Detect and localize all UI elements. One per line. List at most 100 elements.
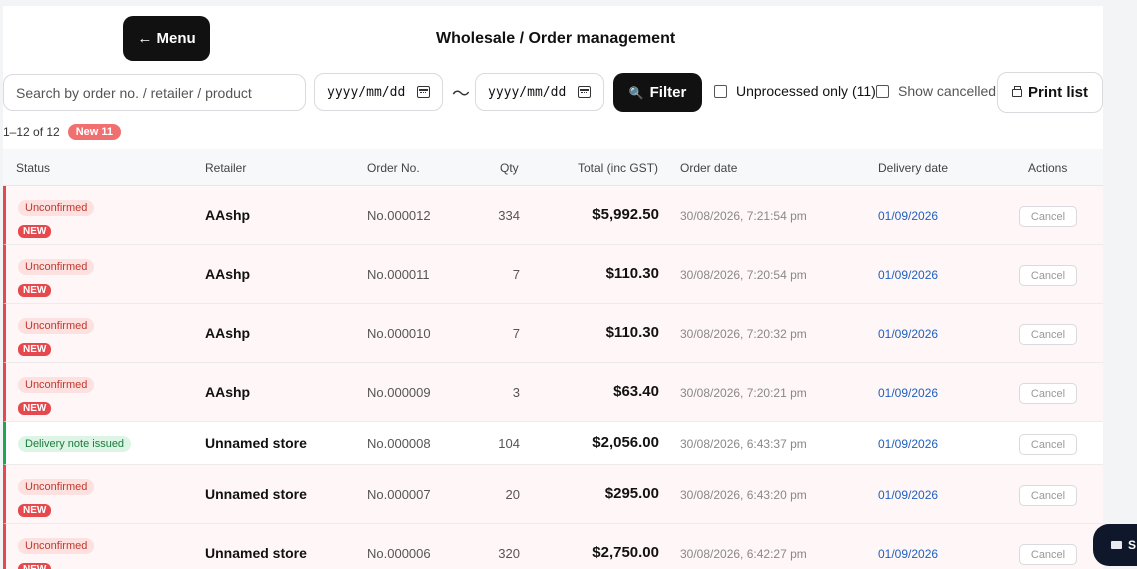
retailer-name: Unnamed store <box>205 486 307 502</box>
status-cell: Unconfirmed NEW <box>18 316 95 357</box>
status-cell: Unconfirmed NEW <box>18 477 95 518</box>
menu-button[interactable]: ← Menu <box>123 16 210 61</box>
delivery-date[interactable]: 01/09/2026 <box>878 209 938 223</box>
new-badge: NEW <box>18 563 52 569</box>
table-row[interactable]: Delivery note issued Unnamed store No.0000… <box>3 422 1103 465</box>
show-cancelled-checkbox[interactable] <box>876 84 889 98</box>
status-badge: Delivery note issued <box>18 436 132 452</box>
table-row[interactable]: Unconfirmed NEW AAshp No.000012 334 $5,992.50… <box>3 186 1103 245</box>
order-total: $2,056.00 <box>592 434 659 451</box>
order-date: 30/08/2026, 7:21:54 pm <box>680 209 807 223</box>
table-row[interactable]: Unconfirmed NEW AAshp No.000011 7 $110.30 30/0… <box>3 245 1103 304</box>
new-badge: NEW <box>18 504 52 517</box>
cancel-button[interactable]: Cancel <box>1019 383 1077 404</box>
quantity: 3 <box>512 385 520 400</box>
column-header: Total (inc GST) <box>578 161 659 175</box>
column-header: Qty <box>500 161 519 175</box>
column-header: Status <box>16 161 51 175</box>
quantity: 104 <box>498 436 520 451</box>
cancel-button[interactable]: Cancel <box>1019 265 1077 286</box>
table-row[interactable]: Unconfirmed NEW AAshp No.000010 7 $110.30 30/0… <box>3 304 1103 363</box>
date-from-input[interactable]: yyyy/mm/dd <box>314 73 443 111</box>
new-badge: NEW <box>18 402 52 415</box>
filter-button[interactable]: 🔍 Filter <box>613 73 702 112</box>
table-row[interactable]: Unconfirmed NEW Unnamed store No.000007 20 $2… <box>3 465 1103 524</box>
cancel-button[interactable]: Cancel <box>1019 206 1077 227</box>
quantity: 320 <box>498 546 520 561</box>
cancel-button[interactable]: Cancel <box>1019 324 1077 345</box>
header: ← Menu Wholesale / Order management <box>3 6 1103 68</box>
unprocessed-checkbox[interactable] <box>714 84 727 98</box>
order-total: $2,750.00 <box>592 544 659 561</box>
new-badge: NEW <box>18 225 52 238</box>
floating-action-button[interactable]: S <box>1093 524 1137 566</box>
table-header: Status Retailer Order No. Qty Total (inc… <box>3 149 1103 186</box>
toolbar: yyyy/mm/dd 〜 yyyy/mm/dd 🔍 Filter Unproce… <box>3 72 1103 113</box>
retailer-name: AAshp <box>205 384 251 400</box>
show-cancelled-toggle[interactable]: Show cancelled <box>876 83 996 99</box>
floating-button-label: S <box>1128 538 1137 552</box>
delivery-date[interactable]: 01/09/2026 <box>878 547 938 561</box>
column-header: Order date <box>680 161 738 175</box>
status-badge: Unconfirmed <box>18 538 95 554</box>
page-title: Wholesale / Order management <box>436 30 676 47</box>
column-header: Order No. <box>367 161 420 175</box>
delivery-date[interactable]: 01/09/2026 <box>878 437 938 451</box>
order-number: No.000008 <box>367 436 431 451</box>
date-separator: 〜 <box>452 84 470 104</box>
delivery-date[interactable]: 01/09/2026 <box>878 268 938 282</box>
quantity: 7 <box>512 326 520 341</box>
status-cell: Unconfirmed NEW <box>18 536 95 569</box>
order-total: $63.40 <box>613 383 659 400</box>
calendar-icon[interactable] <box>417 86 430 98</box>
order-date: 30/08/2026, 7:20:21 pm <box>680 386 807 400</box>
unprocessed-only-toggle[interactable]: Unprocessed only (11) <box>714 83 876 99</box>
column-header: Actions <box>1028 161 1068 175</box>
retailer-name: AAshp <box>205 266 251 282</box>
status-badge: Unconfirmed <box>18 377 95 393</box>
show-cancelled-label: Show cancelled <box>898 83 997 99</box>
cancel-button[interactable]: Cancel <box>1019 434 1077 455</box>
order-date: 30/08/2026, 7:20:54 pm <box>680 268 807 282</box>
actions-cell: Cancel <box>1019 265 1077 286</box>
retailer-name: AAshp <box>205 207 251 223</box>
order-total: $110.30 <box>605 324 659 341</box>
status-badge: Unconfirmed <box>18 318 95 334</box>
calendar-icon[interactable] <box>578 86 591 98</box>
status-cell: Unconfirmed NEW <box>18 375 95 416</box>
unprocessed-label: Unprocessed only (11) <box>736 83 876 99</box>
date-to-input[interactable]: yyyy/mm/dd <box>475 73 604 111</box>
status-badge: Unconfirmed <box>18 479 95 495</box>
actions-cell: Cancel <box>1019 383 1077 404</box>
printer-icon <box>1011 85 1022 97</box>
new-badge: NEW <box>18 343 52 356</box>
cancel-button[interactable]: Cancel <box>1019 544 1077 565</box>
order-date: 30/08/2026, 7:20:32 pm <box>680 327 807 341</box>
cancel-button[interactable]: Cancel <box>1019 485 1077 506</box>
search-icon: 🔍 <box>628 85 644 100</box>
order-total: $295.00 <box>604 485 659 502</box>
order-number: No.000007 <box>367 487 431 502</box>
order-date: 30/08/2026, 6:42:27 pm <box>680 547 807 561</box>
results-range: 1–12 of 12 <box>3 125 60 139</box>
actions-cell: Cancel <box>1019 324 1077 345</box>
status-cell: Unconfirmed NEW <box>18 198 95 239</box>
delivery-date[interactable]: 01/09/2026 <box>878 327 938 341</box>
order-number: No.000012 <box>367 208 431 223</box>
print-list-button[interactable]: Print list <box>997 72 1103 113</box>
quantity: 7 <box>512 267 520 282</box>
table-row[interactable]: Unconfirmed NEW AAshp No.000009 3 $63.40 30/08… <box>3 363 1103 422</box>
search-input[interactable] <box>3 74 306 111</box>
status-badge: Unconfirmed <box>18 200 95 216</box>
actions-cell: Cancel <box>1019 206 1077 227</box>
status-cell: Delivery note issued <box>18 434 132 452</box>
date-from-placeholder: yyyy/mm/dd <box>327 84 406 100</box>
actions-cell: Cancel <box>1019 485 1077 506</box>
actions-cell: Cancel <box>1019 434 1077 455</box>
order-number: No.000006 <box>367 546 431 561</box>
delivery-date[interactable]: 01/09/2026 <box>878 386 938 400</box>
table-row[interactable]: Unconfirmed NEW Unnamed store No.000006 320 $… <box>3 524 1103 569</box>
order-number: No.000011 <box>367 267 430 282</box>
order-number: No.000009 <box>367 385 431 400</box>
delivery-date[interactable]: 01/09/2026 <box>878 488 938 502</box>
